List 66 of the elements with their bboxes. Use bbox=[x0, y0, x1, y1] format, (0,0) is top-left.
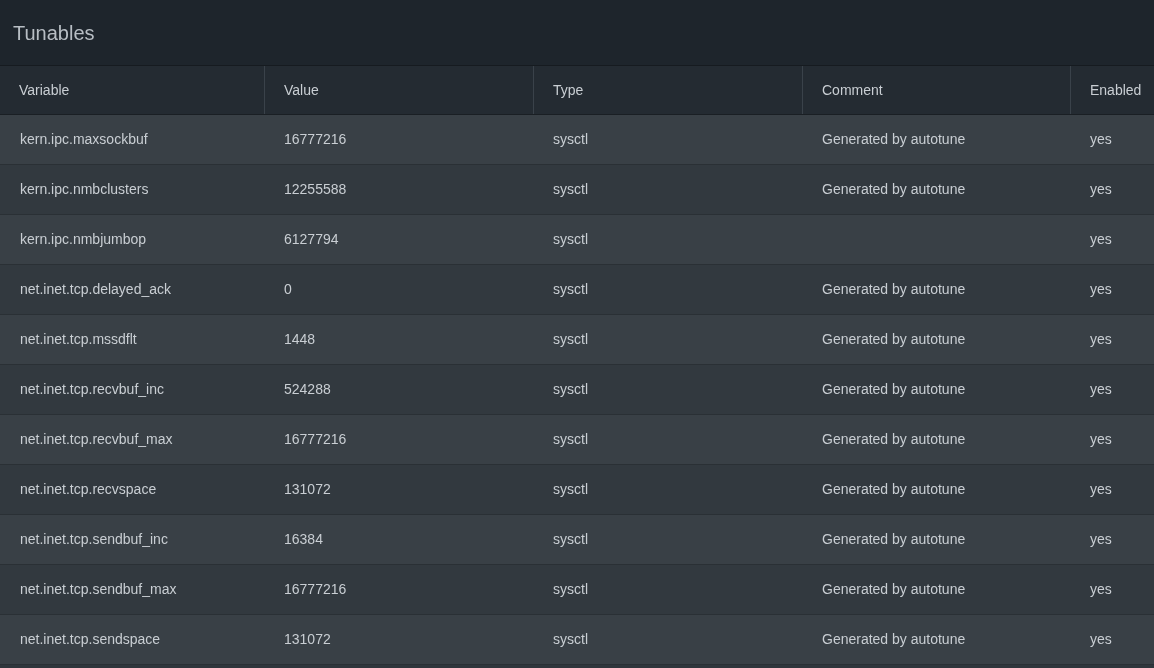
table-cell-text: sysctl bbox=[553, 230, 588, 249]
table-cell-text: 1448 bbox=[284, 330, 316, 349]
column-header[interactable]: Variable bbox=[19, 79, 70, 101]
column-header[interactable]: Enabled bbox=[1090, 79, 1142, 101]
table-cell-text: kern.ipc.nmbjumbop bbox=[20, 230, 147, 249]
table-cell-text: net.inet.tcp.recvbuf_inc bbox=[20, 380, 164, 399]
table-cell-text: Generated by autotune bbox=[822, 330, 966, 349]
table-cell-text: Generated by autotune bbox=[822, 480, 966, 499]
table-cell-text: yes bbox=[1090, 480, 1112, 499]
table-row[interactable]: net.inet.tcp.sendbuf_inc 16384 sysctl Generated by autotune yes bbox=[0, 515, 1154, 565]
table-cell-text: yes bbox=[1090, 430, 1112, 449]
table-cell-text: Generated by autotune bbox=[822, 630, 966, 649]
table-cell-text: 16777216 bbox=[284, 430, 347, 449]
page-title: Tunables bbox=[13, 20, 95, 46]
column-header[interactable]: Type bbox=[553, 79, 584, 101]
table-cell-text: sysctl bbox=[553, 380, 588, 399]
table-cell-text: sysctl bbox=[553, 530, 588, 549]
table-cell-text: sysctl bbox=[553, 630, 588, 649]
table-cell-text: Generated by autotune bbox=[822, 530, 966, 549]
table-cell-text: 131072 bbox=[284, 480, 331, 499]
table-cell-text: sysctl bbox=[553, 180, 588, 199]
table-cell-text: Generated by autotune bbox=[822, 580, 966, 599]
table-cell-text: sysctl bbox=[553, 330, 588, 349]
table-cell-text: net.inet.tcp.sendbuf_max bbox=[20, 580, 177, 599]
table-cell-text: yes bbox=[1090, 580, 1112, 599]
table-cell-text: kern.ipc.maxsockbuf bbox=[20, 130, 148, 149]
column-header[interactable]: Comment bbox=[822, 79, 883, 101]
table-cell-text: Generated by autotune bbox=[822, 380, 966, 399]
table-row[interactable]: net.inet.tcp.sendspace 131072 sysctl Generated by autotune yes bbox=[0, 615, 1154, 665]
table-cell-text: 16384 bbox=[284, 530, 323, 549]
table-cell-text: sysctl bbox=[553, 430, 588, 449]
table-cell-text: 16777216 bbox=[284, 130, 347, 149]
table-cell-text: Generated by autotune bbox=[822, 130, 966, 149]
table-cell-text: yes bbox=[1090, 230, 1112, 249]
table-cell-text: yes bbox=[1090, 330, 1112, 349]
table-cell-text: yes bbox=[1090, 180, 1112, 199]
table-cell-text: net.inet.tcp.sendbuf_inc bbox=[20, 530, 168, 549]
column-header[interactable]: Value bbox=[284, 79, 319, 101]
table-row[interactable]: kern.ipc.nmbjumbop 6127794 sysctl yes bbox=[0, 215, 1154, 265]
table-cell-text: net.inet.tcp.mssdflt bbox=[20, 330, 137, 349]
table-cell-text: yes bbox=[1090, 130, 1112, 149]
table-cell-text: sysctl bbox=[553, 480, 588, 499]
table-cell-text: yes bbox=[1090, 280, 1112, 299]
table-cell-text: sysctl bbox=[553, 130, 588, 149]
table-cell-text: yes bbox=[1090, 630, 1112, 649]
table-cell-text: 16777216 bbox=[284, 580, 347, 599]
table-row[interactable]: net.inet.tcp.recvbuf_max 16777216 sysctl Generated by autotune yes bbox=[0, 415, 1154, 465]
table-cell-text: sysctl bbox=[553, 280, 588, 299]
table-cell-text: net.inet.tcp.sendspace bbox=[20, 630, 161, 649]
table-cell-text: Generated by autotune bbox=[822, 430, 966, 449]
table-cell-text: Generated by autotune bbox=[822, 180, 966, 199]
table-cell-text: 524288 bbox=[284, 380, 331, 399]
table-cell-text: 12255588 bbox=[284, 180, 347, 199]
table-cell-text: yes bbox=[1090, 380, 1112, 399]
table-cell-text: 6127794 bbox=[284, 230, 339, 249]
table-row[interactable]: kern.ipc.maxsockbuf 16777216 sysctl Generated by autotune yes bbox=[0, 115, 1154, 165]
table-cell-text: net.inet.tcp.delayed_ack bbox=[20, 280, 171, 299]
table-cell-text: kern.ipc.nmbclusters bbox=[20, 180, 149, 199]
table-cell-text: sysctl bbox=[553, 580, 588, 599]
table-row[interactable]: net.inet.tcp.mssdflt 1448 sysctl Generated by autotune yes bbox=[0, 315, 1154, 365]
table-cell-text: 131072 bbox=[284, 630, 331, 649]
table-cell-text: 0 bbox=[284, 280, 292, 299]
table-cell-text: net.inet.tcp.recvbuf_max bbox=[20, 430, 173, 449]
table-cell-text: net.inet.tcp.recvspace bbox=[20, 480, 157, 499]
table-cell-text: Generated by autotune bbox=[822, 280, 966, 299]
table-cell-text: yes bbox=[1090, 530, 1112, 549]
